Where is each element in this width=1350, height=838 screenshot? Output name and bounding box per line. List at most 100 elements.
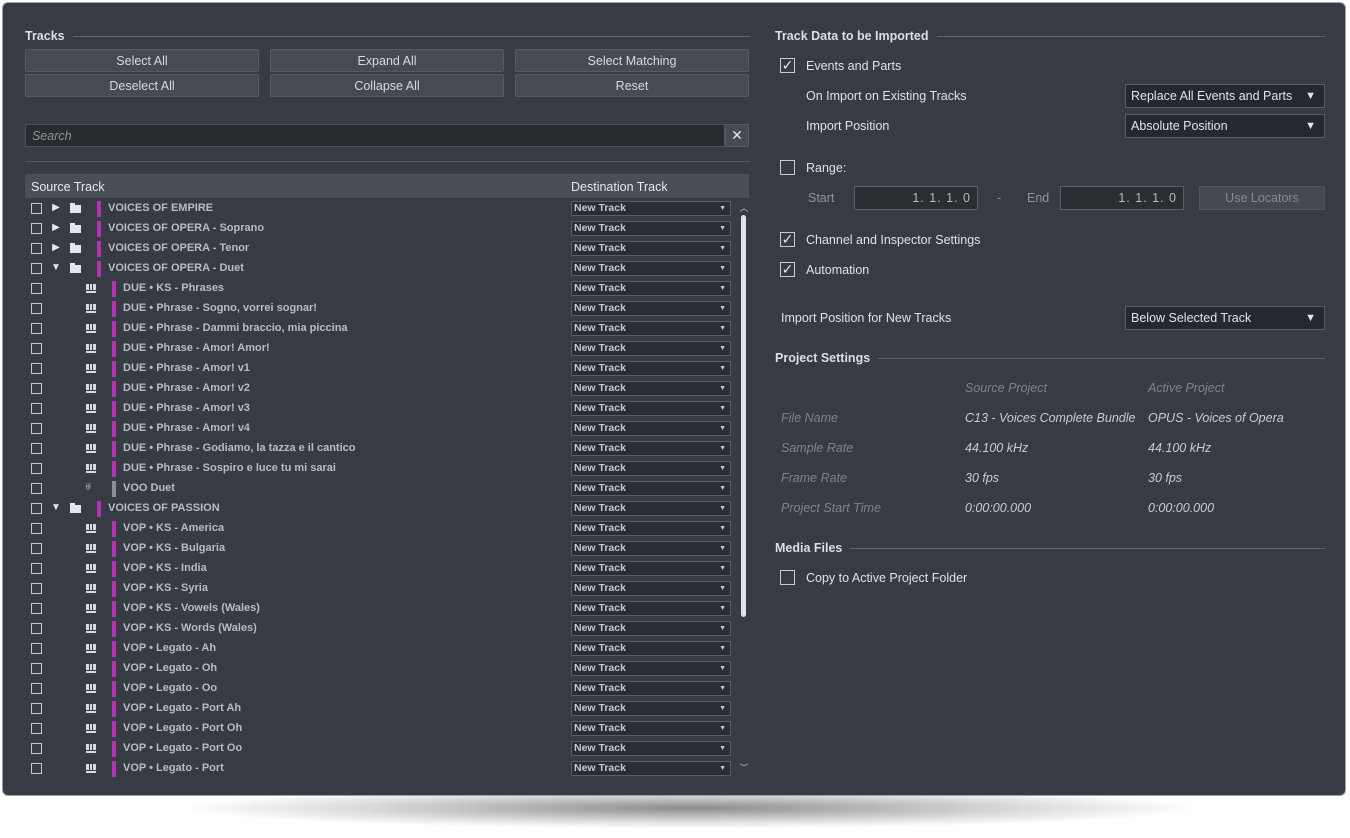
table-row[interactable]: VOP • KS - India New Track ▼ (25, 559, 739, 579)
destination-track-dropdown[interactable]: New Track ▼ (571, 401, 731, 416)
track-select-checkbox[interactable] (31, 543, 42, 554)
track-list-scrollbar[interactable]: ︿ ﹀ (739, 201, 749, 777)
automation-checkbox[interactable]: ✓ (780, 262, 795, 277)
track-select-checkbox[interactable] (31, 663, 42, 674)
track-select-checkbox[interactable] (31, 243, 42, 254)
destination-track-dropdown[interactable]: New Track ▼ (571, 281, 731, 296)
table-row[interactable]: DUE • Phrase - Dammi braccio, mia piccin… (25, 319, 739, 339)
table-row[interactable]: DUE • Phrase - Amor! v2 New Track ▼ (25, 379, 739, 399)
on-import-dropdown[interactable]: Replace All Events and Parts ▼ (1125, 84, 1325, 108)
track-select-checkbox[interactable] (31, 523, 42, 534)
track-select-checkbox[interactable] (31, 303, 42, 314)
deselect-all-button[interactable]: Deselect All (25, 74, 259, 97)
table-row[interactable]: ▶ VOICES OF OPERA - Tenor New Track ▼ (25, 239, 739, 259)
destination-track-dropdown[interactable]: New Track ▼ (571, 641, 731, 656)
end-time-field[interactable]: 1. 1. 1. 0 (1060, 186, 1184, 210)
expand-all-button[interactable]: Expand All (270, 49, 504, 72)
destination-track-dropdown[interactable]: New Track ▼ (571, 361, 731, 376)
destination-track-dropdown[interactable]: New Track ▼ (571, 741, 731, 756)
reset-button[interactable]: Reset (515, 74, 749, 97)
table-row[interactable]: VOP • Legato - Oo New Track ▼ (25, 679, 739, 699)
track-select-checkbox[interactable] (31, 463, 42, 474)
scrollbar-thumb[interactable] (741, 215, 746, 617)
table-row[interactable]: VOP • KS - Words (Wales) New Track ▼ (25, 619, 739, 639)
table-row[interactable]: VOP • Legato - Port Oo New Track ▼ (25, 739, 739, 759)
track-select-checkbox[interactable] (31, 323, 42, 334)
table-row[interactable]: VOP • Legato - Port Ah New Track ▼ (25, 699, 739, 719)
destination-track-dropdown[interactable]: New Track ▼ (571, 261, 731, 276)
track-select-checkbox[interactable] (31, 423, 42, 434)
copy-to-project-checkbox[interactable] (780, 570, 795, 585)
destination-track-dropdown[interactable]: New Track ▼ (571, 621, 731, 636)
table-row[interactable]: DUE • Phrase - Sogno, vorrei sognar! New … (25, 299, 739, 319)
expand-arrow-right-icon[interactable]: ▶ (51, 242, 61, 253)
destination-track-dropdown[interactable]: New Track ▼ (571, 201, 731, 216)
destination-track-dropdown[interactable]: New Track ▼ (571, 241, 731, 256)
destination-track-dropdown[interactable]: New Track ▼ (571, 701, 731, 716)
table-row[interactable]: VOP • KS - Bulgaria New Track ▼ (25, 539, 739, 559)
table-row[interactable]: DUE • Phrase - Godiamo, la tazza e il ca… (25, 439, 739, 459)
table-row[interactable]: VOP • Legato - Oh New Track ▼ (25, 659, 739, 679)
table-row[interactable]: DUE • Phrase - Amor! Amor! New Track ▼ (25, 339, 739, 359)
start-time-field[interactable]: 1. 1. 1. 0 (854, 186, 978, 210)
destination-track-dropdown[interactable]: New Track ▼ (571, 321, 731, 336)
destination-track-dropdown[interactable]: New Track ▼ (571, 481, 731, 496)
track-select-checkbox[interactable] (31, 603, 42, 614)
track-select-checkbox[interactable] (31, 263, 42, 274)
track-select-checkbox[interactable] (31, 483, 42, 494)
track-select-checkbox[interactable] (31, 763, 42, 774)
destination-track-dropdown[interactable]: New Track ▼ (571, 681, 731, 696)
table-row[interactable]: DUE • Phrase - Amor! v3 New Track ▼ (25, 399, 739, 419)
track-select-checkbox[interactable] (31, 383, 42, 394)
search-input[interactable]: Search (25, 124, 725, 147)
track-select-checkbox[interactable] (31, 743, 42, 754)
track-select-checkbox[interactable] (31, 563, 42, 574)
table-row[interactable]: VOP • Legato - Port Oh New Track ▼ (25, 719, 739, 739)
table-row[interactable]: DUE • KS - Phrases New Track ▼ (25, 279, 739, 299)
table-row[interactable]: ▼ VOICES OF OPERA - Duet New Track ▼ (25, 259, 739, 279)
import-position-dropdown[interactable]: Absolute Position ▼ (1125, 114, 1325, 138)
table-row[interactable]: DUE • Phrase - Sospiro e luce tu mi sara… (25, 459, 739, 479)
table-row[interactable]: VOP • KS - Syria New Track ▼ (25, 579, 739, 599)
track-select-checkbox[interactable] (31, 363, 42, 374)
source-track-column-header[interactable]: Source Track (31, 180, 105, 194)
use-locators-button[interactable]: Use Locators (1199, 186, 1325, 210)
destination-track-dropdown[interactable]: New Track ▼ (571, 521, 731, 536)
table-row[interactable]: ♅ VOO Duet New Track ▼ (25, 479, 739, 499)
track-select-checkbox[interactable] (31, 403, 42, 414)
collapse-all-button[interactable]: Collapse All (270, 74, 504, 97)
track-select-checkbox[interactable] (31, 343, 42, 354)
destination-track-dropdown[interactable]: New Track ▼ (571, 341, 731, 356)
track-select-checkbox[interactable] (31, 503, 42, 514)
destination-track-dropdown[interactable]: New Track ▼ (571, 661, 731, 676)
track-select-checkbox[interactable] (31, 443, 42, 454)
track-select-checkbox[interactable] (31, 223, 42, 234)
table-row[interactable]: VOP • KS - America New Track ▼ (25, 519, 739, 539)
destination-track-dropdown[interactable]: New Track ▼ (571, 501, 731, 516)
table-row[interactable]: DUE • Phrase - Amor! v1 New Track ▼ (25, 359, 739, 379)
expand-arrow-down-icon[interactable]: ▼ (51, 502, 61, 513)
destination-track-dropdown[interactable]: New Track ▼ (571, 461, 731, 476)
expand-arrow-right-icon[interactable]: ▶ (51, 222, 61, 233)
destination-track-dropdown[interactable]: New Track ▼ (571, 221, 731, 236)
table-row[interactable]: ▶ VOICES OF OPERA - Soprano New Track ▼ (25, 219, 739, 239)
table-row[interactable]: VOP • KS - Vowels (Wales) New Track ▼ (25, 599, 739, 619)
scroll-up-icon[interactable]: ︿ (739, 201, 749, 214)
destination-track-dropdown[interactable]: New Track ▼ (571, 421, 731, 436)
destination-track-dropdown[interactable]: New Track ▼ (571, 561, 731, 576)
track-select-checkbox[interactable] (31, 203, 42, 214)
channel-settings-checkbox[interactable]: ✓ (780, 232, 795, 247)
track-select-checkbox[interactable] (31, 583, 42, 594)
destination-track-dropdown[interactable]: New Track ▼ (571, 761, 731, 776)
table-row[interactable]: ▶ VOICES OF EMPIRE New Track ▼ (25, 199, 739, 219)
table-row[interactable]: VOP • Legato - Ah New Track ▼ (25, 639, 739, 659)
table-row[interactable]: ▼ VOICES OF PASSION New Track ▼ (25, 499, 739, 519)
destination-track-dropdown[interactable]: New Track ▼ (571, 381, 731, 396)
new-tracks-position-dropdown[interactable]: Below Selected Track ▼ (1125, 306, 1325, 330)
destination-track-column-header[interactable]: Destination Track (571, 180, 668, 194)
range-checkbox[interactable] (780, 160, 795, 175)
scroll-down-icon[interactable]: ﹀ (739, 761, 749, 774)
table-row[interactable]: DUE • Phrase - Amor! v4 New Track ▼ (25, 419, 739, 439)
track-select-checkbox[interactable] (31, 723, 42, 734)
destination-track-dropdown[interactable]: New Track ▼ (571, 601, 731, 616)
